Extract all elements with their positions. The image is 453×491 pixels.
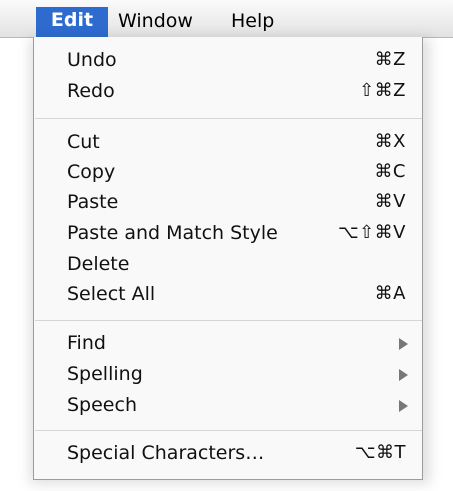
menubar-edit[interactable]: Edit xyxy=(36,7,108,37)
menu-item-label: Find xyxy=(67,332,106,354)
menu-item-shortcut: ⌥⌘T xyxy=(354,442,406,463)
menu-item-shortcut: ⌘A xyxy=(374,283,406,304)
menu-item-copy[interactable]: Copy ⌘C xyxy=(34,157,422,187)
menu-item-label: Special Characters… xyxy=(67,442,265,464)
menu-bar: Edit Window Help xyxy=(0,0,453,38)
menu-item-shortcut: ⌘V xyxy=(374,191,406,212)
menu-item-find[interactable]: Find xyxy=(34,328,422,358)
menu-item-shortcut: ⌘C xyxy=(374,161,406,182)
menu-item-redo[interactable]: Redo ⇧⌘Z xyxy=(34,76,422,106)
menu-item-label: Redo xyxy=(67,80,115,102)
menu-separator xyxy=(35,320,422,321)
menu-item-label: Copy xyxy=(67,161,116,183)
edit-menu: Undo ⌘Z Redo ⇧⌘Z Cut ⌘X Copy ⌘C Paste ⌘V… xyxy=(33,37,423,480)
menu-item-shortcut: ⌘Z xyxy=(374,49,406,70)
menu-item-label: Speech xyxy=(67,394,137,416)
menu-item-label: Spelling xyxy=(67,363,143,385)
submenu-arrow-icon xyxy=(399,338,408,350)
menu-item-paste-and-match-style[interactable]: Paste and Match Style ⌥⇧⌘V xyxy=(34,218,422,248)
menu-item-delete[interactable]: Delete xyxy=(34,249,422,279)
menu-item-cut[interactable]: Cut ⌘X xyxy=(34,127,422,157)
submenu-arrow-icon xyxy=(399,369,408,381)
menu-item-paste[interactable]: Paste ⌘V xyxy=(34,187,422,217)
menu-item-shortcut: ⌥⇧⌘V xyxy=(337,222,406,243)
menu-item-label: Paste xyxy=(67,191,119,213)
menu-item-label: Paste and Match Style xyxy=(67,222,278,244)
menu-item-shortcut: ⇧⌘Z xyxy=(359,80,406,101)
submenu-arrow-icon xyxy=(399,400,408,412)
menubar-window[interactable]: Window xyxy=(118,8,193,37)
menubar-help[interactable]: Help xyxy=(231,8,274,37)
menu-item-speech[interactable]: Speech xyxy=(34,390,422,420)
menu-separator xyxy=(35,118,422,119)
menu-separator xyxy=(35,430,422,431)
menu-item-label: Select All xyxy=(67,283,156,305)
menu-item-label: Undo xyxy=(67,49,117,71)
menu-item-label: Delete xyxy=(67,253,130,275)
menu-item-spelling[interactable]: Spelling xyxy=(34,359,422,389)
menu-item-label: Cut xyxy=(67,131,100,153)
menu-item-shortcut: ⌘X xyxy=(374,131,406,152)
menu-item-special-characters[interactable]: Special Characters… ⌥⌘T xyxy=(34,438,422,468)
menu-item-undo[interactable]: Undo ⌘Z xyxy=(34,45,422,75)
menu-item-select-all[interactable]: Select All ⌘A xyxy=(34,279,422,309)
